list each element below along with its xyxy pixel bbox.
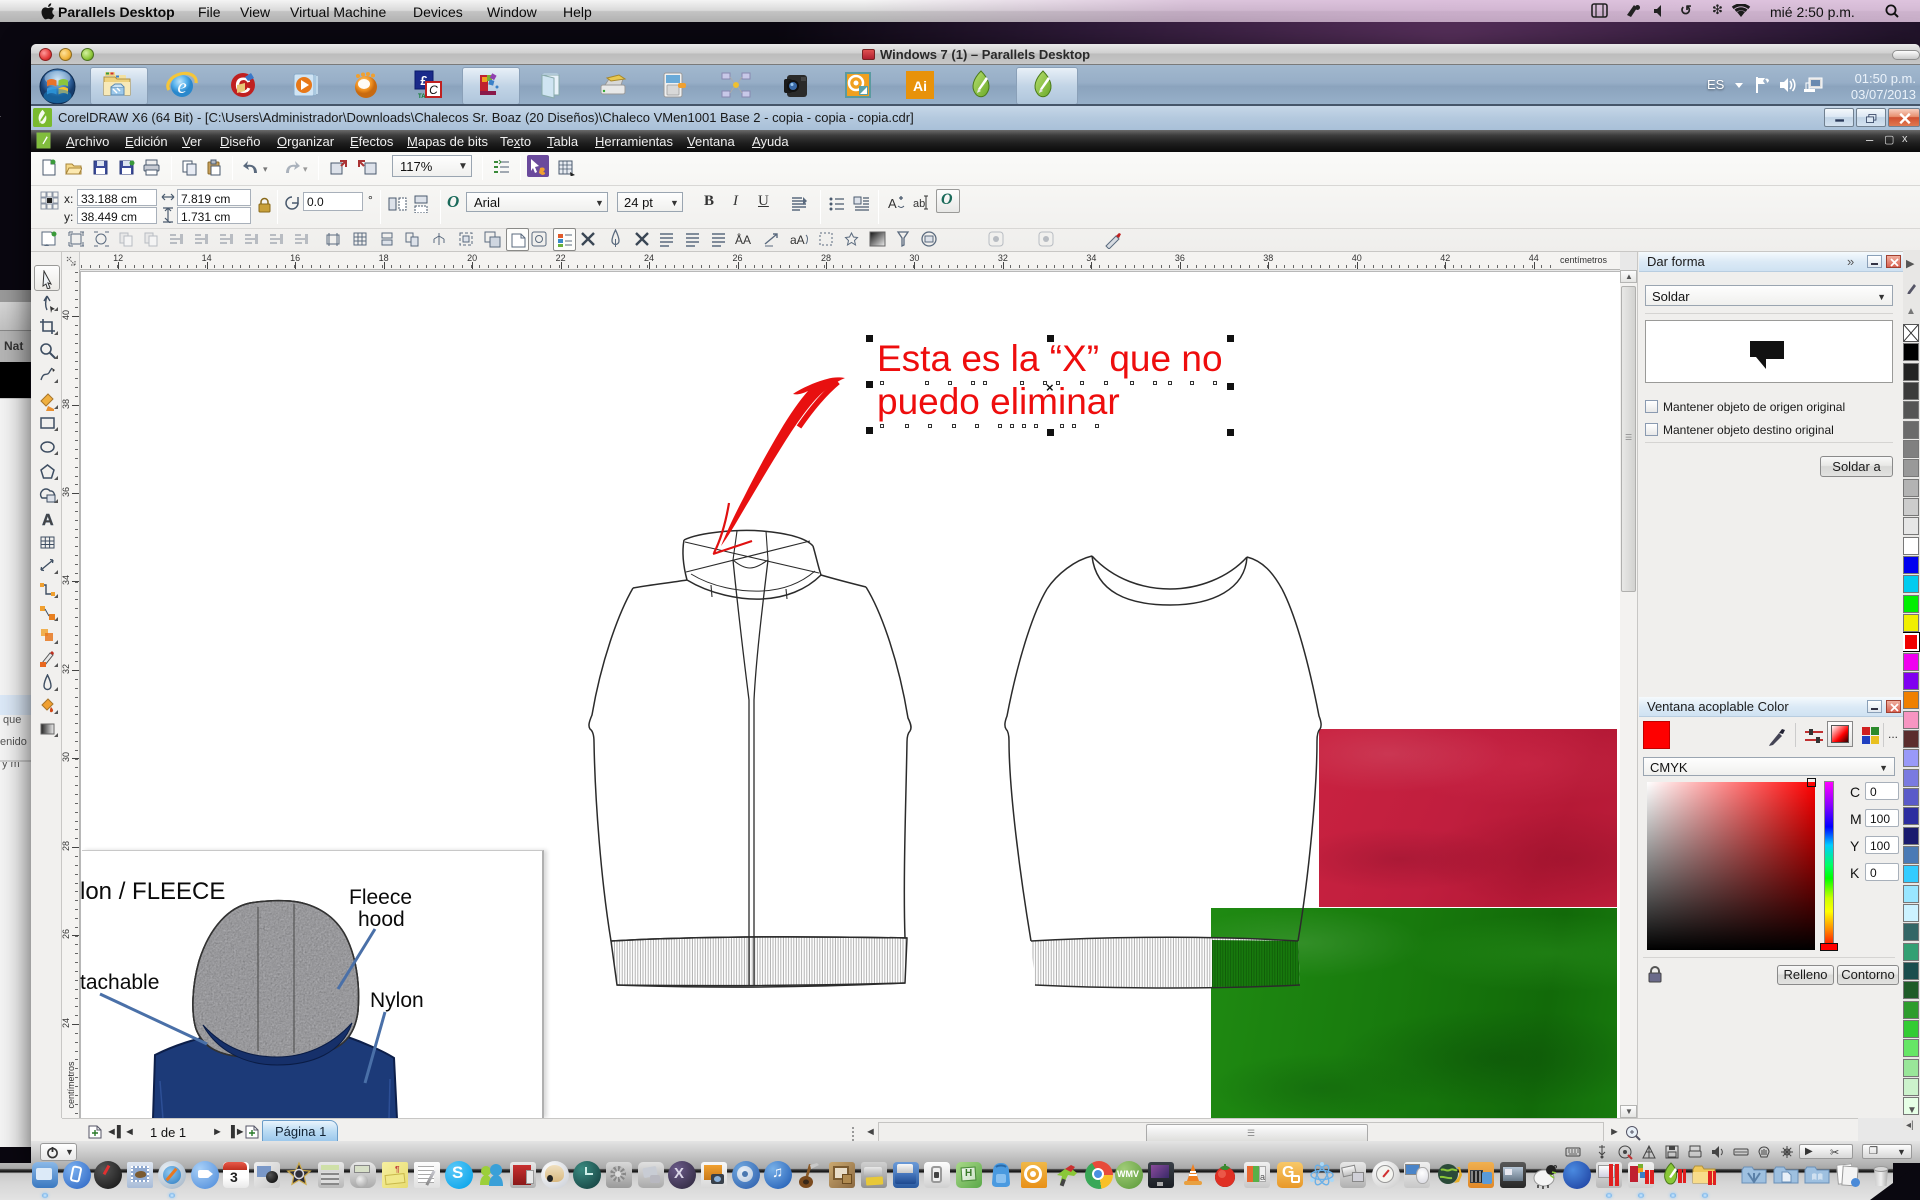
svg-text:Ai: Ai — [913, 78, 927, 94]
svg-text:e: e — [177, 74, 186, 98]
svg-text:TA: TA — [418, 94, 426, 100]
svg-text:C: C — [429, 83, 438, 97]
svg-text:A: A — [42, 512, 54, 529]
